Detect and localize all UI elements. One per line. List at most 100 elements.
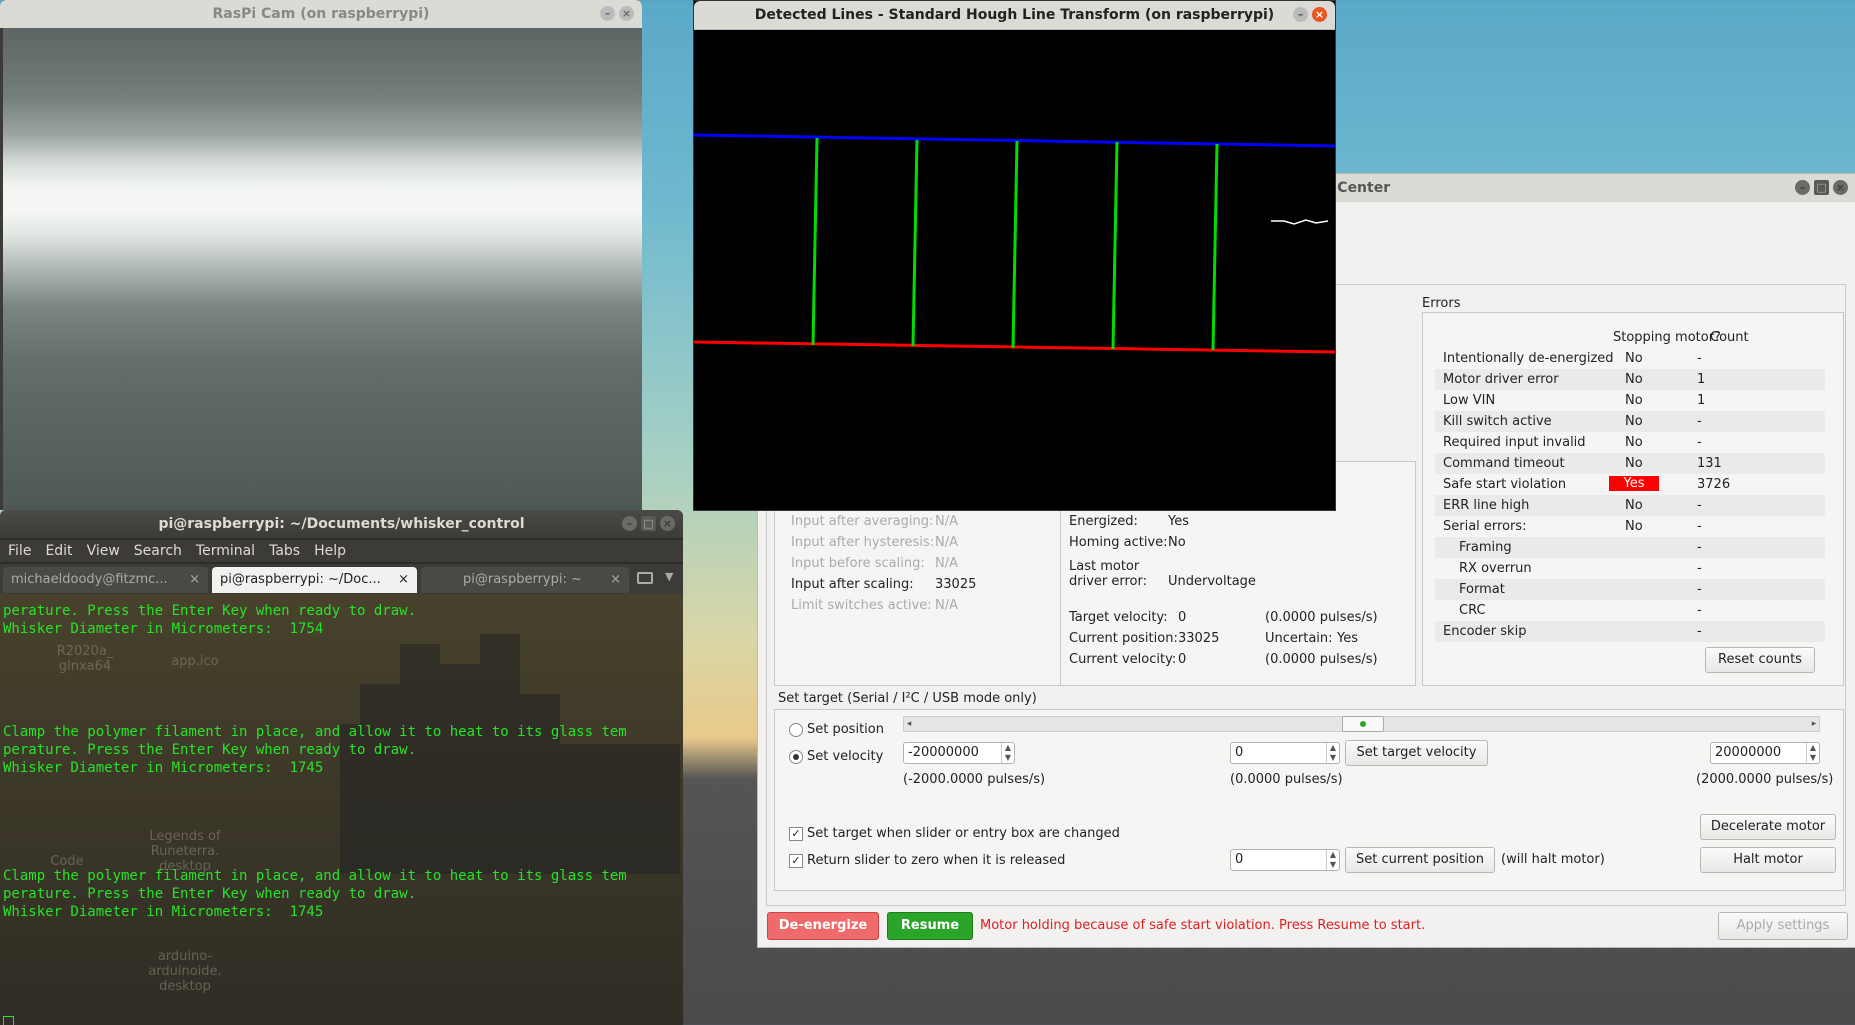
error-stopping: No (1625, 372, 1643, 387)
error-name: Intentionally de-energized (1443, 351, 1614, 366)
terminal-titlebar[interactable]: pi@raspberrypi: ~/Documents/whisker_cont… (0, 510, 683, 538)
min-velocity-input[interactable]: -20000000 ▲ ▼ (903, 742, 1015, 764)
maximize-icon[interactable]: □ (1814, 180, 1829, 195)
set-target-title: Set target (Serial / I²C / USB mode only… (778, 691, 1037, 706)
error-name: Encoder skip (1443, 624, 1527, 639)
error-stopping-badge: Yes (1609, 476, 1659, 491)
menu-edit[interactable]: Edit (45, 543, 72, 559)
uncertain-value: Yes (1337, 631, 1358, 646)
maximize-icon[interactable]: □ (641, 516, 656, 531)
min-velocity-value: -20000000 (908, 745, 979, 760)
terminal-line: Clamp the polymer filament in place, and… (3, 724, 627, 740)
spin-arrows-icon[interactable]: ▲ ▼ (1326, 743, 1339, 763)
slider-thumb[interactable] (1342, 716, 1384, 732)
tab-close-icon[interactable]: × (189, 567, 200, 593)
close-icon[interactable]: × (1833, 180, 1848, 195)
minimize-icon[interactable]: – (1293, 7, 1308, 22)
terminal-tab-3[interactable]: pi@raspberrypi: ~ × (421, 567, 629, 593)
error-name: Kill switch active (1443, 414, 1552, 429)
return-zero-checkbox[interactable]: ✓ (789, 854, 803, 868)
menu-file[interactable]: File (8, 543, 31, 559)
last-error-label-1: Last motor (1069, 559, 1140, 574)
hough-titlebar[interactable]: Detected Lines - Standard Hough Line Tra… (694, 1, 1335, 30)
target-velocity-input[interactable]: 0 ▲ ▼ (1230, 742, 1340, 764)
set-position-radio[interactable] (789, 723, 803, 737)
apply-settings-button[interactable]: Apply settings (1718, 912, 1848, 940)
terminal-screen[interactable]: R2020a_ glnxa64 app.ico Legends of Runet… (0, 594, 683, 1025)
tab-close-icon[interactable]: × (398, 567, 409, 593)
slider-right-arrow[interactable]: ▸ (1809, 717, 1819, 731)
max-velocity-value: 20000000 (1715, 745, 1782, 760)
menu-terminal[interactable]: Terminal (196, 543, 255, 559)
error-stopping: No (1625, 435, 1643, 450)
tab-close-icon[interactable]: × (610, 567, 621, 593)
camera-feed (3, 28, 642, 510)
detected-vertical-line (1211, 143, 1219, 351)
will-halt-note: (will halt motor) (1501, 852, 1605, 867)
menu-tabs[interactable]: Tabs (269, 543, 300, 559)
desktop-icon-matlab[interactable]: R2020a_ glnxa64 (30, 644, 140, 674)
close-icon[interactable]: × (1312, 7, 1327, 22)
menu-help[interactable]: Help (314, 543, 346, 559)
error-count: - (1697, 603, 1702, 618)
error-count: 131 (1697, 456, 1722, 471)
menu-search[interactable]: Search (134, 543, 182, 559)
desktop-icon-code[interactable]: Code (12, 854, 122, 869)
hough-title: Detected Lines - Standard Hough Line Tra… (754, 7, 1275, 23)
errors-table: Intentionally de-energized No - Motor drive… (1435, 348, 1825, 648)
input-before-scaling-value: N/A (935, 556, 958, 571)
terminal-tab-2[interactable]: pi@raspberrypi: ~/Doc... × (212, 567, 417, 593)
current-position-label: Current position: (1069, 631, 1178, 646)
table-row: Format - (1435, 579, 1825, 600)
resume-button[interactable]: Resume (887, 912, 973, 940)
desktop-icon-arduino[interactable]: arduino- arduinoide. desktop (130, 949, 240, 994)
table-row: Low VIN No 1 (1435, 390, 1825, 411)
terminal-cursor (3, 1016, 14, 1025)
current-position-input-value: 0 (1235, 852, 1244, 867)
terminal-tab-1[interactable]: michaeldoody@fitzmc... × (3, 567, 208, 593)
set-target-panel: Set position Set velocity ◂ ▸ -20000000 ▲… (774, 709, 1844, 891)
terminal-line: Whisker Diameter in Micrometers: 1754 (3, 621, 324, 637)
halt-motor-button[interactable]: Halt motor (1700, 847, 1836, 873)
menu-view[interactable]: View (87, 543, 120, 559)
minimize-icon[interactable]: – (622, 516, 637, 531)
detected-vertical-line (1111, 141, 1119, 350)
target-velocity-label: Target velocity: (1069, 610, 1168, 625)
tab-label: pi@raspberrypi: ~/Doc... (220, 572, 381, 587)
current-position-input[interactable]: 0 ▲ ▼ (1230, 849, 1340, 871)
last-error-label-2: driver error: (1069, 574, 1147, 589)
set-target-velocity-button[interactable]: Set target velocity (1345, 740, 1488, 766)
error-name: ERR line high (1443, 498, 1530, 513)
new-tab-icon[interactable] (637, 572, 653, 584)
max-velocity-input[interactable]: 20000000 ▲ ▼ (1710, 742, 1820, 764)
close-icon[interactable]: × (619, 6, 634, 21)
energized-value: Yes (1168, 514, 1189, 529)
set-current-position-button[interactable]: Set current position (1345, 847, 1495, 873)
close-icon[interactable]: × (660, 516, 675, 531)
uncertain-label: Uncertain: (1265, 631, 1333, 646)
error-name: Required input invalid (1443, 435, 1586, 450)
minimize-icon[interactable]: – (1795, 180, 1810, 195)
terminal-title: pi@raspberrypi: ~/Documents/whisker_cont… (158, 516, 525, 532)
slider-left-arrow[interactable]: ◂ (904, 717, 914, 731)
spin-arrows-icon[interactable]: ▲ ▼ (1001, 743, 1014, 763)
desktop-icon-app-ico[interactable]: app.ico (140, 654, 250, 669)
decelerate-motor-button[interactable]: Decelerate motor (1700, 814, 1836, 840)
error-count: 1 (1697, 393, 1706, 408)
tabs-dropdown-icon[interactable]: ▼ (665, 570, 673, 583)
hough-line-image (694, 133, 1335, 354)
detected-vertical-line (911, 139, 919, 347)
table-row: RX overrun - (1435, 558, 1825, 579)
minimize-icon[interactable]: – (600, 6, 615, 21)
set-target-checkbox[interactable]: ✓ (789, 827, 803, 841)
spin-arrows-icon[interactable]: ▲ ▼ (1326, 850, 1339, 870)
set-velocity-radio[interactable] (789, 750, 803, 764)
errors-title: Errors (1422, 296, 1461, 311)
table-row: Kill switch active No - (1435, 411, 1825, 432)
mid-velocity-pulses: (0.0000 pulses/s) (1230, 772, 1343, 787)
cam-titlebar[interactable]: RasPi Cam (on raspberrypi) – × (0, 0, 642, 28)
target-slider[interactable]: ◂ ▸ (903, 716, 1820, 732)
de-energize-button[interactable]: De-energize (767, 912, 879, 940)
spin-arrows-icon[interactable]: ▲ ▼ (1806, 743, 1819, 763)
reset-counts-button[interactable]: Reset counts (1705, 647, 1815, 673)
